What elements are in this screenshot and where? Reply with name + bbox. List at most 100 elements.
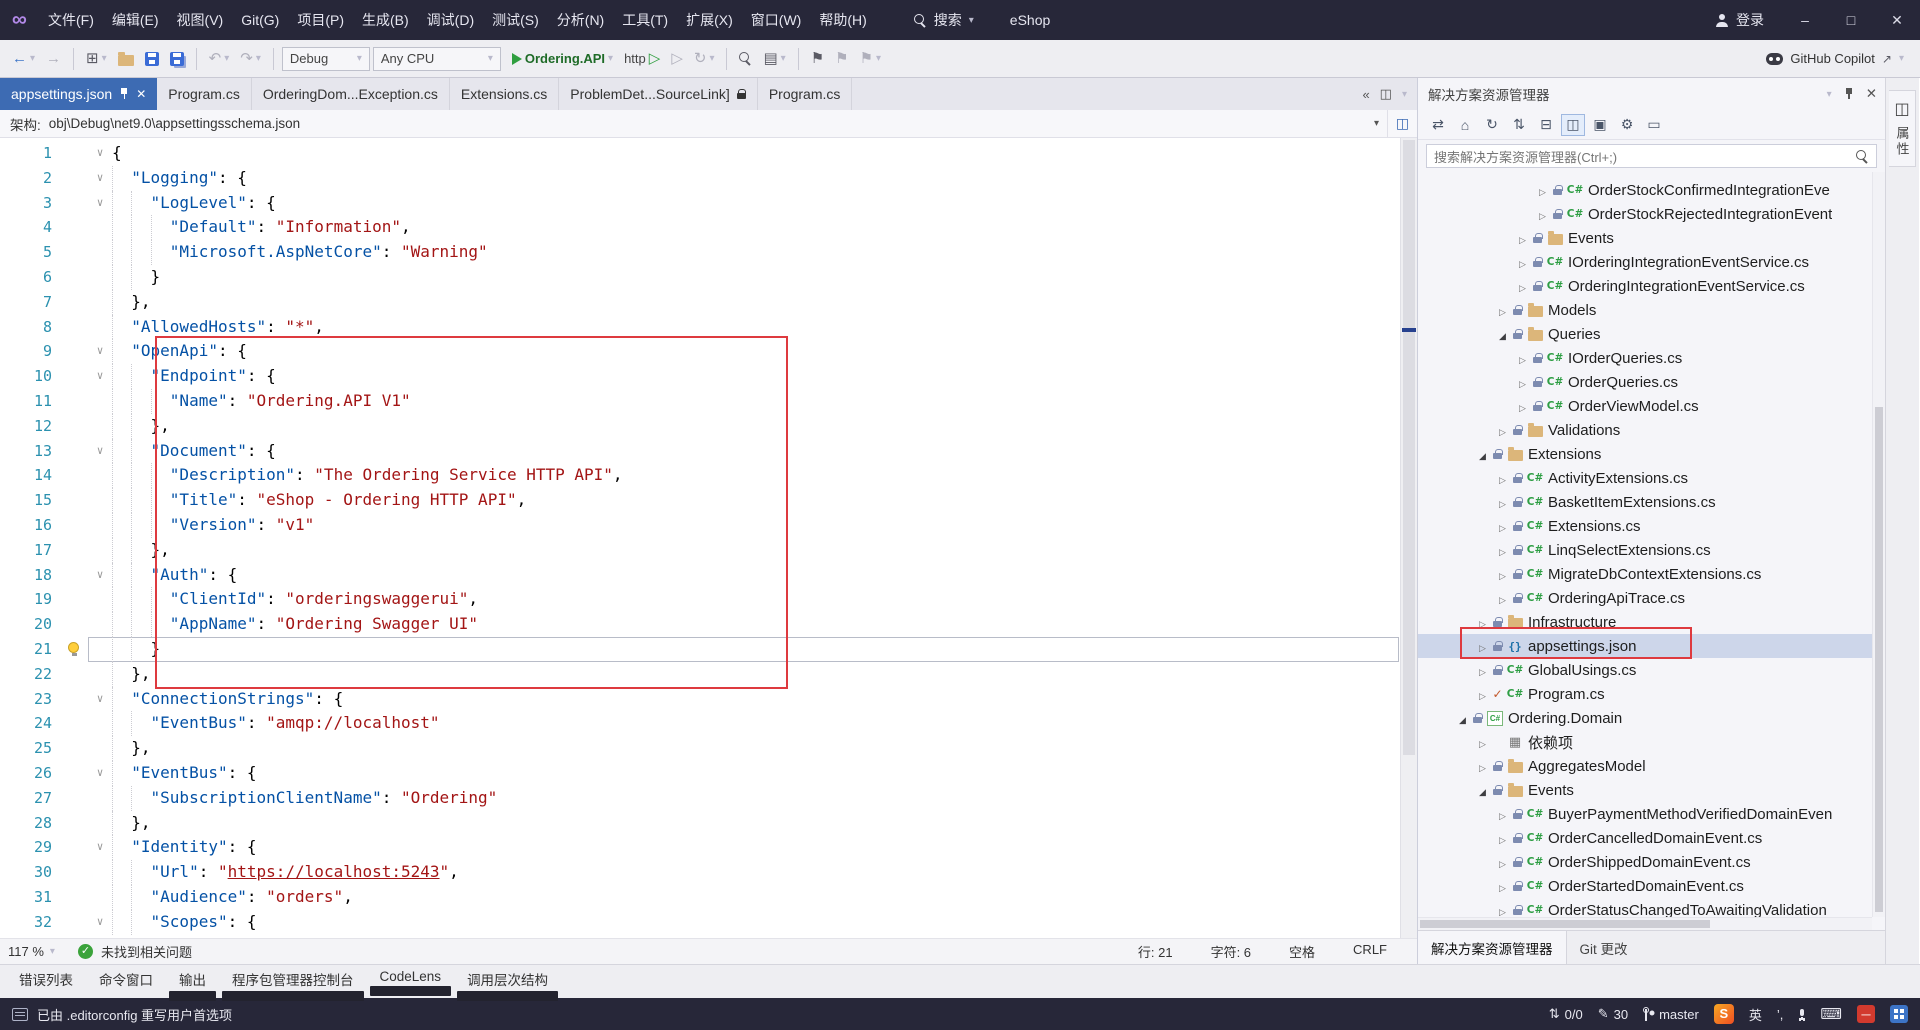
- code-line[interactable]: 1 ∨{: [0, 141, 1417, 166]
- sogou-input-icon[interactable]: S: [1713, 1004, 1734, 1024]
- fold-marker-icon[interactable]: [88, 587, 112, 612]
- bottom-panel-tab[interactable]: 程序包管理器控制台: [219, 965, 367, 1001]
- tree-item[interactable]: ▷ C# OrderStockConfirmedIntegrationEve: [1418, 178, 1885, 202]
- document-tab[interactable]: appsettings.json ✕: [0, 78, 158, 110]
- code-line[interactable]: 12 },: [0, 413, 1417, 439]
- fold-marker-icon[interactable]: [88, 885, 112, 910]
- code-line[interactable]: 19 "ClientId": "orderingswaggerui",: [0, 587, 1417, 613]
- next-bookmark-button[interactable]: ⚑ ▾: [856, 46, 885, 72]
- handwriting-icon[interactable]: 一: [1857, 1005, 1875, 1023]
- close-icon[interactable]: ✕: [136, 87, 146, 101]
- sign-in-button[interactable]: 登录: [1715, 10, 1764, 30]
- preview-icon[interactable]: ▭: [1642, 114, 1666, 136]
- schema-combo[interactable]: 架构: obj\Debug\net9.0\appsettingsschema.j…: [10, 110, 1387, 137]
- tree-chevron-icon[interactable]: ▷: [1515, 398, 1530, 415]
- document-tab[interactable]: OrderingDom...Exception.cs: [252, 78, 450, 110]
- fold-marker-icon[interactable]: [88, 637, 112, 662]
- tree-chevron-icon[interactable]: ▷: [1515, 278, 1530, 295]
- tree-item[interactable]: ▷ ▦ 依赖项: [1418, 730, 1885, 754]
- tree-chevron-icon[interactable]: ▷: [1475, 662, 1490, 679]
- solution-search-input[interactable]: 搜索解决方案资源管理器(Ctrl+;): [1426, 144, 1877, 168]
- tree-item[interactable]: ▷ C# ActivityExtensions.cs: [1418, 466, 1885, 490]
- document-tab[interactable]: Program.cs: [758, 78, 853, 110]
- tree-chevron-icon[interactable]: ▷: [1475, 686, 1490, 703]
- redo-button[interactable]: ↷ ▾: [236, 46, 265, 72]
- properties-vertical-tab[interactable]: ◫ 属性: [1889, 90, 1916, 167]
- menu-item[interactable]: Git(G): [232, 0, 288, 40]
- tree-item[interactable]: ▷ C# BasketItemExtensions.cs: [1418, 490, 1885, 514]
- code-line[interactable]: 14 "Description": "The Ordering Service …: [0, 463, 1417, 489]
- fold-marker-icon[interactable]: ∨: [88, 191, 112, 216]
- menu-item[interactable]: 测试(S): [483, 0, 548, 40]
- find-in-files-button[interactable]: [735, 46, 756, 72]
- navigate-back-button[interactable]: ← ▾: [8, 46, 39, 72]
- bottom-panel-tab[interactable]: 命令窗口: [86, 965, 166, 990]
- fold-marker-icon[interactable]: [88, 538, 112, 563]
- maximize-button[interactable]: □: [1828, 0, 1874, 40]
- ime-punctuation-toggle[interactable]: ’,: [1777, 1007, 1784, 1022]
- tree-item[interactable]: ◢ Extensions: [1418, 442, 1885, 466]
- chevron-down-icon[interactable]: ▾: [1402, 89, 1407, 100]
- tree-item[interactable]: ▷ C# IOrderQueries.cs: [1418, 346, 1885, 370]
- solution-platform-dropdown[interactable]: Any CPU ▾: [372, 46, 501, 71]
- menu-item[interactable]: 窗口(W): [742, 0, 811, 40]
- start-without-debugging-button[interactable]: ▷: [667, 46, 687, 72]
- tree-chevron-icon[interactable]: ◢: [1475, 782, 1490, 799]
- tool-window-tab[interactable]: Git 更改: [1567, 931, 1641, 964]
- code-line[interactable]: 8 "AllowedHosts": "*",: [0, 314, 1417, 340]
- tree-chevron-icon[interactable]: ▷: [1475, 758, 1490, 775]
- tree-chevron-icon[interactable]: ▷: [1495, 542, 1510, 559]
- menu-item[interactable]: 视图(V): [168, 0, 233, 40]
- scrollbar-thumb[interactable]: [1420, 920, 1710, 928]
- tree-chevron-icon[interactable]: ◢: [1455, 710, 1470, 727]
- line-ending-indicator[interactable]: CRLF: [1353, 942, 1387, 961]
- bookmark-button[interactable]: ⚑: [807, 46, 828, 72]
- document-outline-button[interactable]: ▤ ▾: [759, 46, 789, 72]
- minimize-button[interactable]: –: [1782, 0, 1828, 40]
- tree-item[interactable]: ▷ C# OrderQueries.cs: [1418, 370, 1885, 394]
- fold-marker-icon[interactable]: ∨: [88, 687, 112, 712]
- ime-language-toggle[interactable]: 英: [1749, 1005, 1762, 1024]
- navigate-forward-button[interactable]: →: [42, 46, 65, 72]
- code-line[interactable]: 5 "Microsoft.AspNetCore": "Warning": [0, 240, 1417, 265]
- menu-item[interactable]: 扩展(X): [677, 0, 742, 40]
- tree-item[interactable]: ▷ ✓ C# Program.cs: [1418, 682, 1885, 706]
- menu-item[interactable]: 分析(N): [548, 0, 613, 40]
- tree-chevron-icon[interactable]: ▷: [1475, 638, 1490, 655]
- open-file-button[interactable]: [114, 46, 138, 72]
- tree-chevron-icon[interactable]: ▷: [1535, 182, 1550, 199]
- tree-chevron-icon[interactable]: ◢: [1475, 446, 1490, 463]
- search-control[interactable]: 搜索 ▾: [904, 6, 984, 34]
- code-line[interactable]: 18 ∨ "Auth": {: [0, 562, 1417, 588]
- tree-item[interactable]: ▷ C# OrderingApiTrace.cs: [1418, 586, 1885, 610]
- column-indicator[interactable]: 字符: 6: [1211, 942, 1251, 961]
- launch-profile-dropdown[interactable]: http ▷: [620, 46, 664, 72]
- code-line[interactable]: 3 ∨ "LogLevel": {: [0, 190, 1417, 216]
- code-line[interactable]: 22 },: [0, 661, 1417, 687]
- tree-item[interactable]: ◢ Events: [1418, 778, 1885, 802]
- code-line[interactable]: 28 },: [0, 810, 1417, 836]
- tree-item[interactable]: ▷ C# IOrderingIntegrationEventService.cs: [1418, 250, 1885, 274]
- code-line[interactable]: 24 "EventBus": "amqp://localhost": [0, 711, 1417, 737]
- tree-chevron-icon[interactable]: ▷: [1475, 614, 1490, 631]
- tree-chevron-icon[interactable]: ▷: [1495, 902, 1510, 919]
- close-button[interactable]: ✕: [1874, 0, 1920, 40]
- tree-chevron-icon[interactable]: ▷: [1515, 254, 1530, 271]
- menu-item[interactable]: 编辑(E): [103, 0, 168, 40]
- code-line[interactable]: 6 }: [0, 264, 1417, 290]
- fold-marker-icon[interactable]: ∨: [88, 166, 112, 191]
- tree-item[interactable]: ◢ C# Ordering.Domain: [1418, 706, 1885, 730]
- tree-item[interactable]: ▷ C# GlobalUsings.cs: [1418, 658, 1885, 682]
- git-sync-status[interactable]: ⇅ 0/0: [1549, 1006, 1583, 1022]
- microphone-icon[interactable]: [1798, 1008, 1805, 1020]
- tree-item[interactable]: ▷ {} appsettings.json: [1418, 634, 1885, 658]
- fold-marker-icon[interactable]: [88, 662, 112, 687]
- tree-item[interactable]: ▷ C# BuyerPaymentMethodVerifiedDomainEven: [1418, 802, 1885, 826]
- close-icon[interactable]: ✕: [1866, 86, 1877, 102]
- tree-chevron-icon[interactable]: ◢: [1495, 326, 1510, 343]
- menu-item[interactable]: 调试(D): [418, 0, 483, 40]
- pending-edits-status[interactable]: ✎ 30: [1598, 1006, 1628, 1022]
- fold-marker-icon[interactable]: [88, 711, 112, 736]
- fold-marker-icon[interactable]: [88, 315, 112, 340]
- solution-configuration-dropdown[interactable]: Debug ▾: [281, 46, 370, 71]
